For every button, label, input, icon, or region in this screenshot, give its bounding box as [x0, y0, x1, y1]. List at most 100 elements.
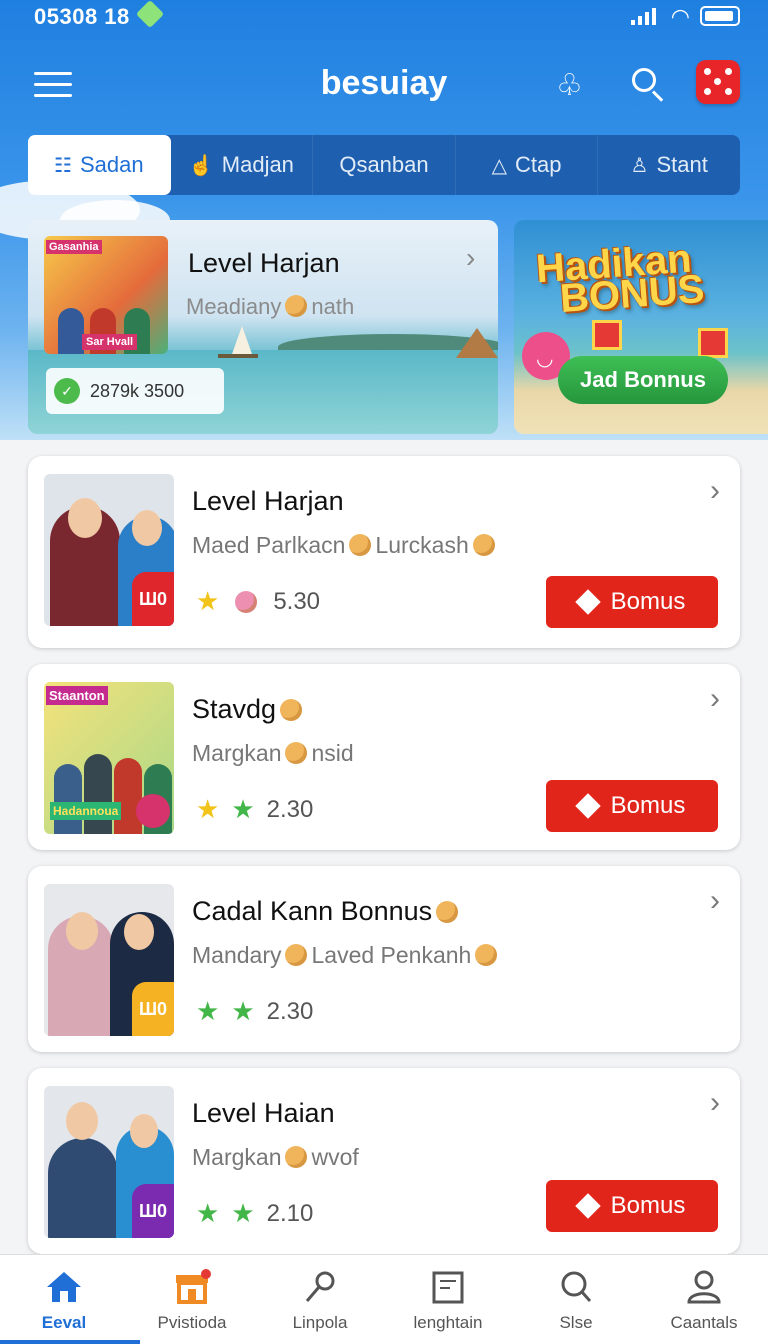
category-tabs: ☷ Sadan ☝ Madjan Qsanban △ Ctap ♙ Stant: [28, 135, 740, 195]
featured-banner[interactable]: Gasanhia Sar Hvall Level Harjan Meadiany…: [28, 220, 498, 434]
tab-ctap[interactable]: △ Ctap: [456, 135, 599, 195]
emoji-icon: [436, 901, 459, 923]
nav-item-caantals[interactable]: Caantals: [640, 1255, 768, 1344]
emoji-icon: [285, 1146, 308, 1168]
star-icon: ★: [196, 586, 220, 616]
thumbnail-tag: Hadannoua: [50, 802, 122, 820]
app-bar: besuiay ♧: [0, 52, 768, 116]
list-item[interactable]: Staanton Hadannoua Stavdg Margkan nsid › …: [28, 664, 740, 850]
item-title: Cadal Kann Bonnus: [192, 896, 462, 927]
profile-icon: [684, 1269, 724, 1305]
tab-sadan[interactable]: ☷ Sadan: [28, 135, 171, 195]
emoji-icon: [472, 534, 495, 556]
tab-label: Stant: [656, 152, 708, 177]
item-thumbnail: Ш0: [44, 884, 174, 1036]
tab-stant[interactable]: ♙ Stant: [598, 135, 740, 195]
emoji-icon: [285, 295, 308, 317]
diamond-icon: [574, 1193, 601, 1219]
tab-label: Madjan: [221, 152, 294, 177]
emoji-icon: [349, 534, 372, 556]
featured-stat-value: 2879k 3500: [90, 380, 185, 401]
check-icon: ✓: [54, 378, 80, 404]
list-icon: ☷: [54, 154, 72, 177]
boat-decoration: [218, 326, 258, 358]
thumbnail-badge: Ш0: [132, 982, 174, 1036]
wifi-icon: ◠: [670, 4, 690, 29]
bonus-button[interactable]: Bomus: [546, 576, 718, 628]
nav-item-eeval[interactable]: Eeval: [0, 1255, 128, 1344]
item-rating: ★ ★ 2.10: [196, 1198, 314, 1228]
star-icon: ★: [231, 996, 255, 1026]
nav-label: Linpola: [292, 1313, 348, 1332]
tab-madjan[interactable]: ☝ Madjan: [171, 135, 314, 195]
dice-icon[interactable]: [696, 60, 740, 104]
tab-qsanban[interactable]: Qsanban: [313, 135, 456, 195]
emoji-icon: [235, 590, 258, 613]
gift-icon: [592, 320, 622, 350]
tab-label: Ctap: [515, 152, 562, 177]
chevron-right-icon: ›: [710, 682, 720, 715]
hand-icon: ☝: [188, 154, 214, 177]
search-icon: [556, 1269, 596, 1305]
item-rating: ★ ★ 2.30: [196, 794, 314, 824]
chevron-right-icon: ›: [710, 884, 720, 917]
star-icon: ★: [231, 794, 255, 824]
item-thumbnail: Ш0: [44, 1086, 174, 1238]
status-bar: 05308 18 ◠: [0, 0, 768, 34]
thumbnail-tag: Staanton: [46, 686, 108, 705]
featured-subtitle: Meadiany nath: [186, 294, 355, 319]
star-icon: ★: [196, 1198, 220, 1228]
diamond-icon: [574, 793, 601, 819]
item-rating: ★ ★ 2.30: [196, 996, 314, 1026]
item-title: Stavdg: [192, 694, 306, 725]
thumbnail-tag: Gasanhia: [46, 240, 102, 254]
item-subtitle: Maed Parlkacn Lurckash: [192, 532, 499, 559]
list-item[interactable]: Ш0 Level Harjan Maed Parlkacn Lurckash › …: [28, 456, 740, 648]
emoji-icon: [285, 944, 308, 966]
featured-thumbnail: Gasanhia Sar Hvall: [44, 236, 168, 354]
item-title: Level Haian: [192, 1098, 335, 1128]
item-subtitle: Margkan nsid: [192, 740, 354, 766]
gift-icon: [698, 328, 728, 358]
bottom-navigation: Eeval Pvistioda Linpola lenghtain Slse C…: [0, 1254, 768, 1344]
item-rating: ★ 5.30: [196, 586, 321, 616]
chevron-right-icon: ›: [710, 1086, 720, 1119]
promo-title-line2: BONUS: [558, 267, 706, 321]
chevron-right-icon: ›: [466, 242, 476, 273]
nav-label: lenghtain: [413, 1313, 483, 1332]
notification-gem-icon: [135, 0, 165, 29]
item-title: Level Harjan: [192, 486, 344, 516]
nav-label: Slse: [559, 1313, 593, 1332]
nav-label: Pvistioda: [157, 1313, 227, 1332]
search-icon[interactable]: [630, 66, 668, 104]
nav-label: Eeval: [41, 1313, 87, 1332]
item-subtitle: Margkan wvof: [192, 1144, 359, 1170]
nav-item-linpola[interactable]: Linpola: [256, 1255, 384, 1344]
bonus-promo-banner[interactable]: Hadikan BONUS Jad Bonnus: [514, 220, 768, 434]
nav-item-slse[interactable]: Slse: [512, 1255, 640, 1344]
home-icon: [44, 1269, 84, 1305]
star-icon: ★: [196, 996, 220, 1026]
shop-icon: [172, 1269, 212, 1305]
promo-bonus-button[interactable]: Jad Bonnus: [558, 356, 728, 404]
item-thumbnail: Staanton Hadannoua: [44, 682, 174, 834]
item-subtitle: Mandary Laved Penkanh: [192, 942, 501, 969]
thumbnail-badge: Ш0: [132, 572, 174, 626]
warning-icon: △: [491, 154, 508, 177]
emoji-icon: [285, 742, 308, 764]
list-item[interactable]: Ш0 Cadal Kann Bonnus Mandary Laved Penkan…: [28, 866, 740, 1052]
thumbnail-tag: Sar Hvall: [82, 334, 138, 350]
emoji-icon: [280, 699, 303, 721]
star-icon: ★: [196, 794, 220, 824]
nav-item-pvistioda[interactable]: Pvistioda: [128, 1255, 256, 1344]
calendar-icon: [428, 1269, 468, 1305]
bonus-button[interactable]: Bomus: [546, 780, 718, 832]
bell-icon[interactable]: ♧: [556, 68, 592, 104]
person-icon: ♙: [630, 154, 649, 177]
star-icon: ★: [231, 1198, 255, 1228]
bonus-button[interactable]: Bomus: [546, 1180, 718, 1232]
nav-item-lenghtain[interactable]: lenghtain: [384, 1255, 512, 1344]
list-item[interactable]: Ш0 Level Haian Margkan wvof › ★ ★ 2.10 Bo…: [28, 1068, 740, 1254]
nav-label: Caantals: [670, 1313, 738, 1332]
diamond-icon: [574, 589, 601, 615]
